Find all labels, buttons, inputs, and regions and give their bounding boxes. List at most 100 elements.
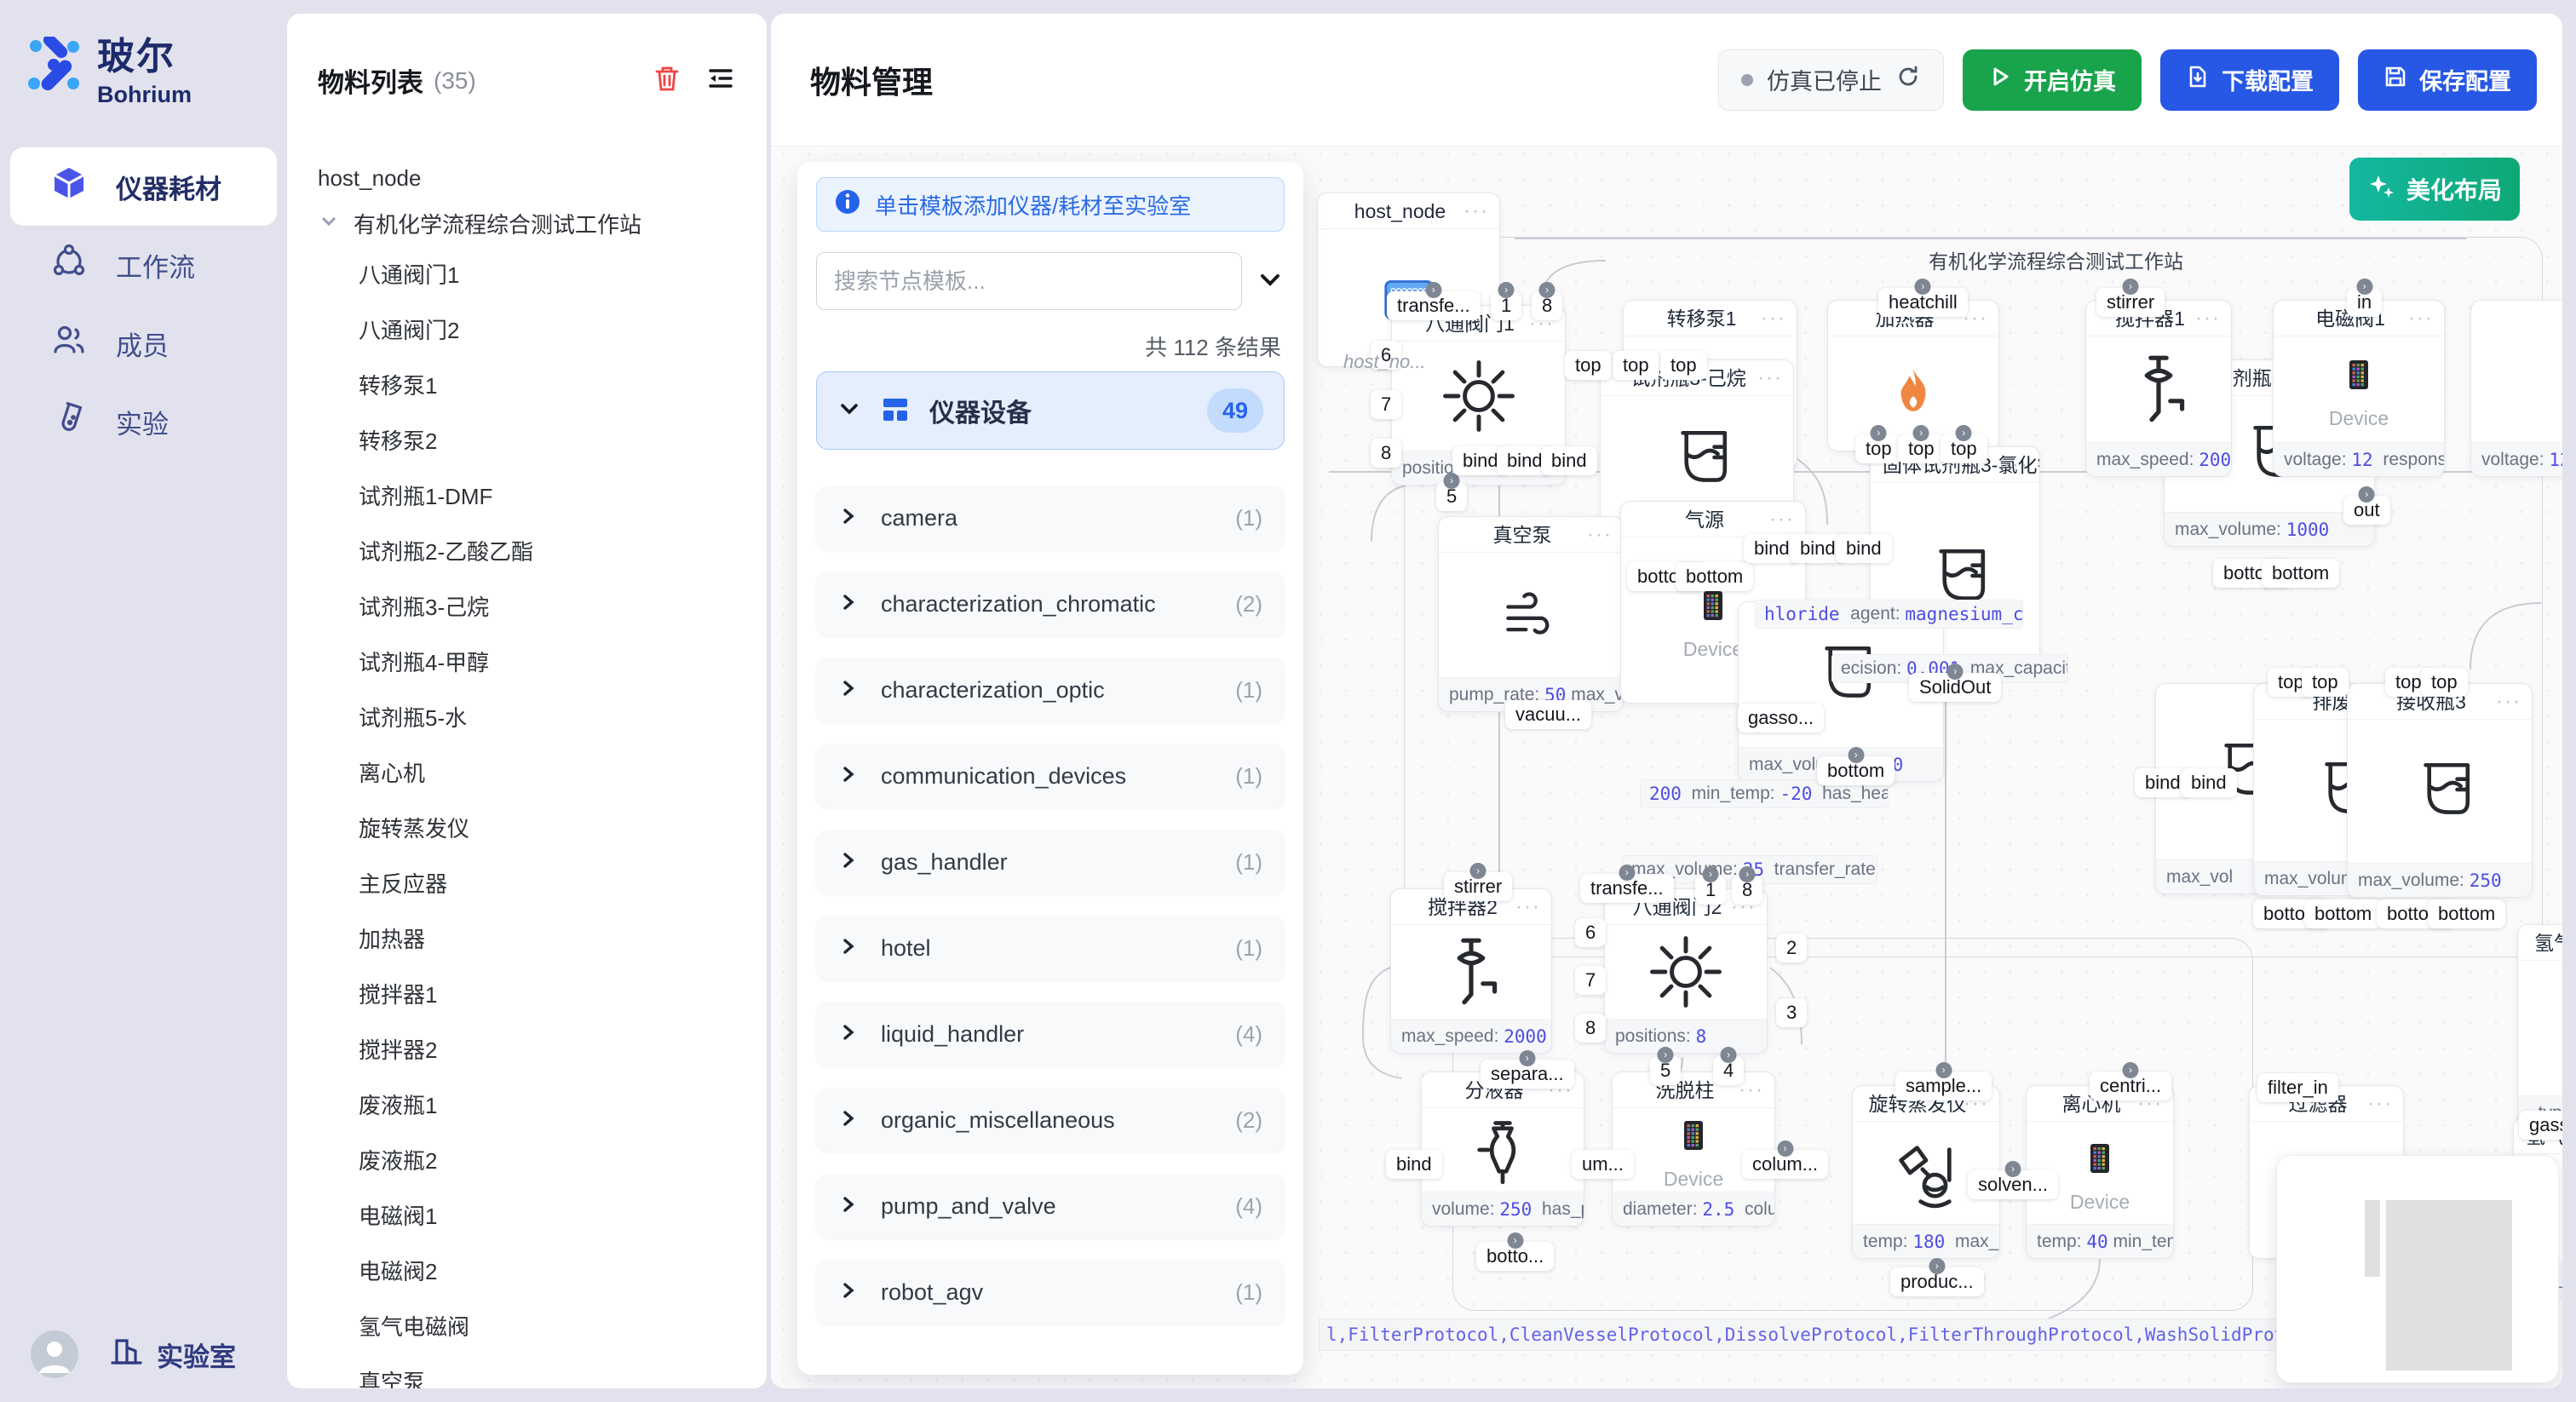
template-item-liquid-handler[interactable]: liquid_handler(4): [816, 1002, 1285, 1066]
node-menu-icon[interactable]: ···: [2496, 684, 2521, 720]
minimap[interactable]: [2276, 1155, 2559, 1383]
port-handle[interactable]: ›: [1721, 1047, 1737, 1063]
port-handle[interactable]: ›: [2356, 279, 2372, 295]
port-handle[interactable]: ›: [1871, 425, 1887, 441]
node-menu-icon[interactable]: ···: [1515, 889, 1541, 925]
collapse-panel-icon[interactable]: [705, 63, 736, 98]
port-handle[interactable]: ›: [1703, 866, 1719, 882]
template-item-hotel[interactable]: hotel(1): [816, 916, 1285, 980]
tree-item[interactable]: 试剂瓶5-水: [287, 691, 767, 746]
tree-item[interactable]: 试剂瓶1-DMF: [287, 469, 767, 525]
port-handle[interactable]: ›: [1425, 282, 1441, 298]
sidebar-item-members[interactable]: 成员: [10, 304, 277, 382]
t-root[interactable]: host_node: [287, 158, 767, 198]
canvas-node[interactable]: 电磁阀1···Devicevoltage: 12 response_time: …: [2273, 300, 2445, 477]
template-item-robot-agv[interactable]: robot_agv(1): [816, 1260, 1285, 1324]
canvas-node[interactable]: 氢气气源···_type: hydrogen: [2517, 924, 2562, 1130]
canvas-node[interactable]: 八通阀门2···positions: 8: [1604, 888, 1768, 1054]
template-item-characterization-chromatic[interactable]: characterization_chromatic(2): [816, 572, 1285, 636]
avatar[interactable]: [31, 1330, 78, 1378]
node-menu-icon[interactable]: ···: [1587, 517, 1613, 553]
template-item-organic-miscellaneous[interactable]: organic_miscellaneous(2): [816, 1088, 1285, 1152]
port-handle[interactable]: ›: [2004, 1161, 2021, 1177]
canvas-node[interactable]: 搅拌器1···max_speed: 2000: [2085, 300, 2232, 477]
node-menu-icon[interactable]: ···: [1761, 301, 1786, 336]
template-item-pump-and-valve[interactable]: pump_and_valve(4): [816, 1174, 1285, 1238]
tree-item[interactable]: 离心机: [287, 746, 767, 802]
node-menu-icon[interactable]: ···: [2004, 447, 2029, 483]
search-input[interactable]: [816, 252, 1242, 310]
trash-icon[interactable]: [653, 64, 681, 97]
tree-item[interactable]: 废液瓶2: [287, 1134, 767, 1189]
tree-item[interactable]: 氢气电磁阀: [287, 1300, 767, 1355]
chevron-down-icon[interactable]: [318, 210, 340, 238]
port-handle[interactable]: ›: [1956, 425, 1972, 441]
tree-item[interactable]: 电磁阀2: [287, 1244, 767, 1300]
canvas-node[interactable]: 接收瓶3···max_volume: 250: [2347, 683, 2533, 898]
chevron-down-icon[interactable]: [1256, 265, 1285, 298]
port-handle[interactable]: ›: [1470, 863, 1486, 879]
tree-item[interactable]: 八通阀门1: [287, 248, 767, 303]
port-label: bottom: [2304, 899, 2382, 928]
save-config-button[interactable]: 保存配置: [2358, 49, 2537, 111]
node-menu-icon[interactable]: ···: [2408, 301, 2434, 336]
node-menu-icon[interactable]: ···: [1463, 193, 1489, 229]
port-handle[interactable]: ›: [1935, 1062, 1952, 1078]
tree-item[interactable]: 转移泵2: [287, 414, 767, 469]
port-handle[interactable]: ›: [1913, 425, 1929, 441]
canvas-node[interactable]: 洗脱柱···Devicediameter: 2.5 column_type: s…: [1612, 1072, 1775, 1227]
port-handle[interactable]: ›: [1739, 866, 1756, 882]
tree-item[interactable]: 旋转蒸发仪: [287, 802, 767, 857]
node-menu-icon[interactable]: ···: [2195, 301, 2221, 336]
template-item-camera[interactable]: camera(1): [816, 486, 1285, 550]
port-handle[interactable]: ›: [1498, 282, 1515, 298]
port-handle[interactable]: ›: [2123, 279, 2139, 295]
port-handle[interactable]: ›: [1539, 282, 1555, 298]
template-item-communication-devices[interactable]: communication_devices(1): [816, 744, 1285, 808]
port-handle[interactable]: ›: [1777, 1141, 1793, 1157]
tree-item[interactable]: 搅拌器1: [287, 968, 767, 1023]
sidebar-item-label: 实验: [116, 403, 169, 441]
tree-item[interactable]: 转移泵1: [287, 359, 767, 414]
tree-item[interactable]: 试剂瓶2-乙酸乙酯: [287, 525, 767, 580]
tree-item[interactable]: 主反应器: [287, 857, 767, 912]
tree-item[interactable]: 真空泵: [287, 1355, 767, 1388]
port-handle[interactable]: ›: [1619, 865, 1635, 881]
port-handle[interactable]: ›: [1848, 747, 1864, 763]
canvas-node[interactable]: 真空泵···pump_rate: 50 max_vacuum: 0.1: [1438, 516, 1624, 712]
port-handle[interactable]: ›: [1519, 1050, 1535, 1066]
refresh-icon[interactable]: [1895, 64, 1921, 95]
template-item-gas-handler[interactable]: gas_handler(1): [816, 830, 1285, 894]
tree-item[interactable]: 搅拌器2: [287, 1023, 767, 1078]
beautify-layout-button[interactable]: 美化布局: [2349, 158, 2520, 221]
port-handle[interactable]: ›: [1507, 1232, 1523, 1249]
tree-item[interactable]: 八通阀门2: [287, 303, 767, 359]
start-simulation-button[interactable]: 开启仿真: [1963, 49, 2142, 111]
port-label: vacuu...: [1505, 700, 1591, 729]
tree-item[interactable]: 试剂瓶3-己烷: [287, 580, 767, 635]
port-handle[interactable]: ›: [2359, 486, 2375, 503]
tree-item[interactable]: 电磁阀1: [287, 1189, 767, 1244]
port-handle[interactable]: ›: [1947, 664, 1964, 680]
node-menu-icon[interactable]: ···: [1769, 502, 1795, 537]
port-handle[interactable]: ›: [1929, 1258, 1945, 1274]
tree-group-row[interactable]: 有机化学流程综合测试工作站: [287, 198, 767, 248]
node-menu-icon[interactable]: ···: [2367, 1086, 2393, 1122]
lab-entry[interactable]: 实验室: [109, 1334, 236, 1375]
port-handle[interactable]: ›: [1658, 1047, 1674, 1063]
canvas-node[interactable]: 搅拌器2···max_speed: 2000: [1390, 888, 1552, 1054]
node-menu-icon[interactable]: ···: [1757, 360, 1783, 396]
sidebar-item-experiments[interactable]: 实验: [10, 382, 277, 461]
category-instruments[interactable]: 仪器设备 49: [816, 371, 1285, 450]
port-handle[interactable]: ›: [1915, 279, 1931, 295]
sidebar-item-workflow[interactable]: 工作流: [10, 226, 277, 304]
tree-item[interactable]: 试剂瓶4-甲醇: [287, 635, 767, 691]
tree-item[interactable]: 废液瓶1: [287, 1078, 767, 1134]
tree-item[interactable]: 加热器: [287, 912, 767, 968]
canvas-node[interactable]: 分液器···volume: 250 has_phases: true: [1421, 1072, 1584, 1227]
canvas-node[interactable]: voltage: 12: [2470, 300, 2562, 477]
sidebar-item-instruments[interactable]: 仪器耗材: [10, 147, 277, 226]
template-item-characterization-optic[interactable]: characterization_optic(1): [816, 658, 1285, 722]
download-config-button[interactable]: 下载配置: [2160, 49, 2339, 111]
port-handle[interactable]: ›: [2123, 1062, 2139, 1078]
